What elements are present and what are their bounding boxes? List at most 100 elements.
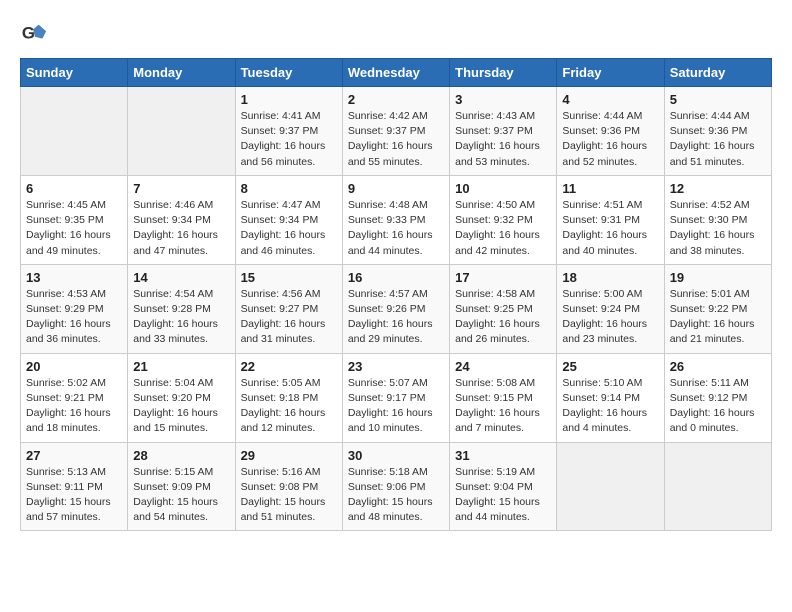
day-info: Sunrise: 4:58 AMSunset: 9:25 PMDaylight:…: [455, 287, 551, 348]
day-info: Sunrise: 4:48 AMSunset: 9:33 PMDaylight:…: [348, 198, 444, 259]
calendar-cell: 22Sunrise: 5:05 AMSunset: 9:18 PMDayligh…: [235, 353, 342, 442]
day-info: Sunrise: 5:19 AMSunset: 9:04 PMDaylight:…: [455, 465, 551, 526]
day-info: Sunrise: 5:13 AMSunset: 9:11 PMDaylight:…: [26, 465, 122, 526]
calendar-cell: 5 Sunrise: 4:44 AMSunset: 9:36 PMDaylight…: [664, 87, 771, 176]
day-number: 29: [241, 448, 337, 463]
day-number: 27: [26, 448, 122, 463]
calendar-cell: 2 Sunrise: 4:42 AMSunset: 9:37 PMDaylight…: [342, 87, 449, 176]
day-info: Sunrise: 4:46 AMSunset: 9:34 PMDaylight:…: [133, 198, 229, 259]
col-header-sunday: Sunday: [21, 59, 128, 87]
calendar-cell: 20 Sunrise: 5:02 AMSunset: 9:21 PMDayligh…: [21, 353, 128, 442]
day-info: Sunrise: 5:18 AMSunset: 9:06 PMDaylight:…: [348, 465, 444, 526]
calendar-cell: 7 Sunrise: 4:46 AMSunset: 9:34 PMDaylight…: [128, 175, 235, 264]
calendar-cell: 25 Sunrise: 5:10 AMSunset: 9:14 PMDayligh…: [557, 353, 664, 442]
day-info: Sunrise: 4:43 AMSunset: 9:37 PMDaylight:…: [455, 109, 551, 170]
calendar-cell: 29 Sunrise: 5:16 AMSunset: 9:08 PMDayligh…: [235, 442, 342, 531]
day-info: Sunrise: 5:10 AMSunset: 9:14 PMDaylight:…: [562, 376, 658, 437]
logo-icon: G: [20, 20, 48, 48]
day-info: Sunrise: 5:00 AMSunset: 9:24 PMDaylight:…: [562, 287, 658, 348]
day-info: Sunrise: 4:41 AMSunset: 9:37 PMDaylight:…: [241, 109, 337, 170]
calendar-week-5: 27 Sunrise: 5:13 AMSunset: 9:11 PMDayligh…: [21, 442, 772, 531]
day-info: Sunrise: 4:53 AMSunset: 9:29 PMDaylight:…: [26, 287, 122, 348]
day-info: Sunrise: 5:01 AMSunset: 9:22 PMDaylight:…: [670, 287, 766, 348]
calendar-cell: 27 Sunrise: 5:13 AMSunset: 9:11 PMDayligh…: [21, 442, 128, 531]
calendar-cell: 13 Sunrise: 4:53 AMSunset: 9:29 PMDayligh…: [21, 264, 128, 353]
day-info: Sunrise: 5:05 AMSunset: 9:18 PMDaylight:…: [241, 376, 337, 437]
col-header-friday: Friday: [557, 59, 664, 87]
calendar-cell: 14Sunrise: 4:54 AMSunset: 9:28 PMDayligh…: [128, 264, 235, 353]
calendar-week-3: 13 Sunrise: 4:53 AMSunset: 9:29 PMDayligh…: [21, 264, 772, 353]
calendar-cell: 9 Sunrise: 4:48 AMSunset: 9:33 PMDaylight…: [342, 175, 449, 264]
calendar-cell: [664, 442, 771, 531]
calendar-cell: 21Sunrise: 5:04 AMSunset: 9:20 PMDayligh…: [128, 353, 235, 442]
calendar-cell: 19Sunrise: 5:01 AMSunset: 9:22 PMDayligh…: [664, 264, 771, 353]
calendar-cell: 26Sunrise: 5:11 AMSunset: 9:12 PMDayligh…: [664, 353, 771, 442]
day-number: 28: [133, 448, 229, 463]
calendar-cell: 11 Sunrise: 4:51 AMSunset: 9:31 PMDayligh…: [557, 175, 664, 264]
day-info: Sunrise: 5:11 AMSunset: 9:12 PMDaylight:…: [670, 376, 766, 437]
calendar-table: SundayMondayTuesdayWednesdayThursdayFrid…: [20, 58, 772, 531]
day-info: Sunrise: 4:56 AMSunset: 9:27 PMDaylight:…: [241, 287, 337, 348]
svg-text:G: G: [22, 24, 35, 43]
day-info: Sunrise: 4:51 AMSunset: 9:31 PMDaylight:…: [562, 198, 658, 259]
day-info: Sunrise: 4:42 AMSunset: 9:37 PMDaylight:…: [348, 109, 444, 170]
day-number: 21: [133, 359, 229, 374]
calendar-cell: 10Sunrise: 4:50 AMSunset: 9:32 PMDayligh…: [450, 175, 557, 264]
day-info: Sunrise: 4:50 AMSunset: 9:32 PMDaylight:…: [455, 198, 551, 259]
day-number: 1: [241, 92, 337, 107]
calendar-cell: 16 Sunrise: 4:57 AMSunset: 9:26 PMDayligh…: [342, 264, 449, 353]
col-header-monday: Monday: [128, 59, 235, 87]
calendar-week-2: 6 Sunrise: 4:45 AMSunset: 9:35 PMDaylight…: [21, 175, 772, 264]
calendar-cell: 24 Sunrise: 5:08 AMSunset: 9:15 PMDayligh…: [450, 353, 557, 442]
day-info: Sunrise: 5:07 AMSunset: 9:17 PMDaylight:…: [348, 376, 444, 437]
day-number: 24: [455, 359, 551, 374]
calendar-cell: 23 Sunrise: 5:07 AMSunset: 9:17 PMDayligh…: [342, 353, 449, 442]
day-number: 23: [348, 359, 444, 374]
calendar-cell: [128, 87, 235, 176]
day-info: Sunrise: 4:45 AMSunset: 9:35 PMDaylight:…: [26, 198, 122, 259]
day-info: Sunrise: 4:52 AMSunset: 9:30 PMDaylight:…: [670, 198, 766, 259]
day-number: 5: [670, 92, 766, 107]
day-info: Sunrise: 5:02 AMSunset: 9:21 PMDaylight:…: [26, 376, 122, 437]
day-number: 30: [348, 448, 444, 463]
calendar-cell: 1 Sunrise: 4:41 AMSunset: 9:37 PMDaylight…: [235, 87, 342, 176]
day-number: 2: [348, 92, 444, 107]
calendar-cell: 4Sunrise: 4:44 AMSunset: 9:36 PMDaylight…: [557, 87, 664, 176]
day-number: 18: [562, 270, 658, 285]
day-number: 7: [133, 181, 229, 196]
page-header: G: [20, 20, 772, 48]
calendar-header-row: SundayMondayTuesdayWednesdayThursdayFrid…: [21, 59, 772, 87]
calendar-cell: 3 Sunrise: 4:43 AMSunset: 9:37 PMDaylight…: [450, 87, 557, 176]
calendar-week-1: 1 Sunrise: 4:41 AMSunset: 9:37 PMDaylight…: [21, 87, 772, 176]
day-info: Sunrise: 5:08 AMSunset: 9:15 PMDaylight:…: [455, 376, 551, 437]
day-number: 6: [26, 181, 122, 196]
day-number: 25: [562, 359, 658, 374]
day-number: 20: [26, 359, 122, 374]
day-number: 3: [455, 92, 551, 107]
day-number: 13: [26, 270, 122, 285]
col-header-wednesday: Wednesday: [342, 59, 449, 87]
calendar-cell: 17Sunrise: 4:58 AMSunset: 9:25 PMDayligh…: [450, 264, 557, 353]
day-info: Sunrise: 4:44 AMSunset: 9:36 PMDaylight:…: [670, 109, 766, 170]
day-number: 9: [348, 181, 444, 196]
day-number: 31: [455, 448, 551, 463]
day-info: Sunrise: 5:16 AMSunset: 9:08 PMDaylight:…: [241, 465, 337, 526]
calendar-cell: 8 Sunrise: 4:47 AMSunset: 9:34 PMDaylight…: [235, 175, 342, 264]
logo: G: [20, 20, 52, 48]
day-number: 16: [348, 270, 444, 285]
day-info: Sunrise: 4:44 AMSunset: 9:36 PMDaylight:…: [562, 109, 658, 170]
calendar-cell: 12 Sunrise: 4:52 AMSunset: 9:30 PMDayligh…: [664, 175, 771, 264]
day-info: Sunrise: 4:57 AMSunset: 9:26 PMDaylight:…: [348, 287, 444, 348]
day-number: 8: [241, 181, 337, 196]
col-header-tuesday: Tuesday: [235, 59, 342, 87]
day-number: 12: [670, 181, 766, 196]
calendar-week-4: 20 Sunrise: 5:02 AMSunset: 9:21 PMDayligh…: [21, 353, 772, 442]
day-number: 15: [241, 270, 337, 285]
col-header-thursday: Thursday: [450, 59, 557, 87]
day-number: 11: [562, 181, 658, 196]
day-info: Sunrise: 4:47 AMSunset: 9:34 PMDaylight:…: [241, 198, 337, 259]
calendar-cell: 6 Sunrise: 4:45 AMSunset: 9:35 PMDaylight…: [21, 175, 128, 264]
calendar-cell: [557, 442, 664, 531]
col-header-saturday: Saturday: [664, 59, 771, 87]
calendar-cell: 28Sunrise: 5:15 AMSunset: 9:09 PMDayligh…: [128, 442, 235, 531]
